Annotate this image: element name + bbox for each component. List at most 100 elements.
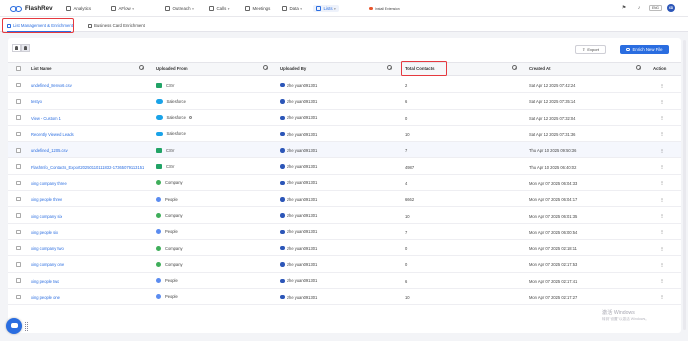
row-checkbox[interactable] bbox=[16, 196, 21, 202]
table-row[interactable]: xing people one People zhe yuan091301 10 Mon… bbox=[8, 289, 681, 306]
search-icon[interactable] bbox=[636, 65, 641, 70]
nav-meetings[interactable]: Meetings bbox=[245, 5, 270, 12]
list-name-link[interactable]: xing people three bbox=[31, 197, 62, 202]
uploader-name: zhe yuan091301 bbox=[287, 164, 318, 170]
enrich-new-file-button[interactable]: Enrich New File bbox=[620, 45, 669, 54]
search-icon[interactable] bbox=[139, 65, 144, 70]
row-checkbox[interactable] bbox=[16, 245, 21, 251]
chat-support-icon[interactable] bbox=[6, 318, 22, 334]
row-checkbox[interactable] bbox=[16, 213, 21, 218]
table-row[interactable]: xing people six People zhe yuan091301 7 Mon … bbox=[8, 224, 681, 240]
table-row[interactable]: FlashInfo_Contacts_Export20250110111832-… bbox=[8, 159, 681, 175]
building-icon bbox=[24, 46, 27, 50]
select-all-checkbox[interactable] bbox=[16, 66, 21, 71]
row-checkbox[interactable] bbox=[16, 262, 21, 267]
uploaded-by: zhe yuan091301 bbox=[280, 278, 317, 283]
export-button[interactable]: ⇪ Export bbox=[575, 45, 606, 54]
row-checkbox[interactable] bbox=[16, 115, 21, 120]
row-checkbox[interactable] bbox=[16, 278, 21, 283]
more-actions-icon[interactable]: ⋮ bbox=[660, 278, 664, 283]
list-name-link[interactable]: View - Custom 1 bbox=[31, 116, 61, 121]
source-label: Salesforce bbox=[166, 131, 186, 137]
table-row[interactable]: undefined_8envx6.csv CSV zhe yuan091301 2 Sa… bbox=[8, 77, 681, 94]
table-row[interactable]: xing company one Company zhe yuan091301 0 Mo… bbox=[8, 256, 681, 273]
list-name-link[interactable]: xing people two bbox=[31, 279, 59, 284]
more-actions-icon[interactable]: ⋮ bbox=[660, 229, 664, 234]
bell-icon[interactable]: ♪ bbox=[636, 5, 642, 11]
table-row[interactable]: View - Custom 1 Salesforce zhe yuan091301 0… bbox=[8, 110, 681, 126]
people-lists-toggle[interactable] bbox=[12, 44, 21, 52]
tab-business-card-enrichment[interactable]: Business Card Enrichment bbox=[88, 21, 145, 30]
created-at-value: Mon Apr 07 2025 06:04:17 bbox=[529, 197, 578, 203]
header-list-name[interactable]: List Name bbox=[31, 66, 52, 71]
list-name-link[interactable]: xing company one bbox=[31, 262, 64, 267]
nav-aflow[interactable]: AFlow ▾ bbox=[111, 5, 134, 12]
chevron-down-icon: ▾ bbox=[192, 6, 194, 11]
search-icon[interactable] bbox=[387, 65, 392, 70]
list-name-link[interactable]: xing people one bbox=[31, 295, 60, 300]
source-label: People bbox=[165, 294, 178, 300]
row-checkbox[interactable] bbox=[16, 99, 21, 104]
table-row[interactable]: xing people two People zhe yuan091301 6 Mon … bbox=[8, 273, 681, 289]
nav-calls[interactable]: Calls ▾ bbox=[209, 5, 230, 12]
list-name-link[interactable]: xing company three bbox=[31, 181, 67, 186]
more-actions-icon[interactable]: ⋮ bbox=[660, 246, 664, 251]
search-icon[interactable] bbox=[263, 65, 268, 70]
drag-handle-icon[interactable] bbox=[25, 322, 28, 331]
csv-icon bbox=[156, 82, 162, 88]
list-name-link[interactable]: xing company six bbox=[31, 214, 62, 219]
list-name-link[interactable]: undefined_8envx6.csv bbox=[31, 83, 72, 88]
chrome-extension-icon bbox=[369, 6, 373, 11]
company-lists-toggle[interactable] bbox=[21, 44, 30, 52]
row-checkbox[interactable] bbox=[16, 164, 21, 169]
more-actions-icon[interactable]: ⋮ bbox=[660, 148, 664, 153]
nav-data[interactable]: Data ▾ bbox=[282, 5, 302, 12]
header-uploaded-by[interactable]: Uploaded By bbox=[280, 66, 306, 71]
search-icon[interactable] bbox=[512, 65, 517, 70]
row-checkbox[interactable] bbox=[16, 180, 21, 186]
created-at-value: Sat Apr 12 2025 07:42:24 bbox=[529, 83, 576, 89]
rocket-icon[interactable]: ⚑ bbox=[621, 5, 627, 11]
nav-lists[interactable]: Lists ▾ bbox=[313, 5, 339, 12]
more-actions-icon[interactable]: ⋮ bbox=[660, 180, 664, 185]
table-row[interactable]: xing people three People zhe yuan091301 666… bbox=[8, 191, 681, 208]
install-extension-link[interactable]: Install Extension bbox=[369, 5, 400, 12]
list-name-link[interactable]: FlashInfo_Contacts_Export20250110111832-… bbox=[31, 165, 144, 170]
header-uploaded-from[interactable]: Uploaded From bbox=[156, 66, 188, 71]
table-row[interactable]: Recently Viewed Leads Salesforce zhe yuan0… bbox=[8, 126, 681, 143]
more-actions-icon[interactable]: ⋮ bbox=[660, 99, 664, 104]
table-row[interactable]: xing company three Company zhe yuan091301 4… bbox=[8, 175, 681, 192]
language-selector[interactable]: ENG bbox=[649, 5, 662, 11]
list-name-link[interactable]: xing people six bbox=[31, 230, 58, 235]
app-logo[interactable]: FlashRev bbox=[10, 4, 53, 13]
header-created-at[interactable]: Created At bbox=[529, 66, 551, 71]
more-actions-icon[interactable]: ⋮ bbox=[660, 262, 664, 267]
row-checkbox[interactable] bbox=[16, 148, 21, 153]
more-actions-icon[interactable]: ⋮ bbox=[660, 83, 664, 88]
uploaded-from: Company bbox=[156, 261, 183, 267]
row-checkbox[interactable] bbox=[16, 82, 21, 88]
more-actions-icon[interactable]: ⋮ bbox=[660, 197, 664, 202]
user-avatar[interactable]: XD bbox=[667, 4, 675, 12]
info-icon[interactable] bbox=[188, 115, 193, 120]
list-name-link[interactable]: xing company two bbox=[31, 246, 64, 251]
created-at-value: Mon Apr 07 2025 02:18:11 bbox=[529, 246, 577, 252]
nav-outreach[interactable]: Outreach ▾ bbox=[165, 5, 194, 12]
table-row[interactable]: undefined_1205.csv CSV zhe yuan091301 7 Thu … bbox=[8, 142, 681, 159]
row-checkbox[interactable] bbox=[16, 294, 21, 300]
more-actions-icon[interactable]: ⋮ bbox=[660, 131, 664, 136]
table-row[interactable]: testyo Salesforce zhe yuan091301 6 Sat Apr 1… bbox=[8, 93, 681, 110]
list-name-link[interactable]: testyo bbox=[31, 99, 42, 104]
more-actions-icon[interactable]: ⋮ bbox=[660, 115, 664, 120]
row-checkbox[interactable] bbox=[16, 131, 21, 137]
vertical-scrollbar[interactable] bbox=[683, 40, 686, 330]
list-name-link[interactable]: Recently Viewed Leads bbox=[31, 132, 74, 137]
more-actions-icon[interactable]: ⋮ bbox=[660, 294, 664, 299]
more-actions-icon[interactable]: ⋮ bbox=[660, 213, 664, 218]
row-checkbox[interactable] bbox=[16, 229, 21, 234]
nav-analytics[interactable]: Analytics bbox=[66, 5, 91, 12]
list-name-link[interactable]: undefined_1205.csv bbox=[31, 148, 68, 153]
table-row[interactable]: xing company two Company zhe yuan091301 0 Mo… bbox=[8, 240, 681, 257]
more-actions-icon[interactable]: ⋮ bbox=[660, 164, 664, 169]
table-row[interactable]: xing company six Company zhe yuan091301 10 M… bbox=[8, 207, 681, 224]
